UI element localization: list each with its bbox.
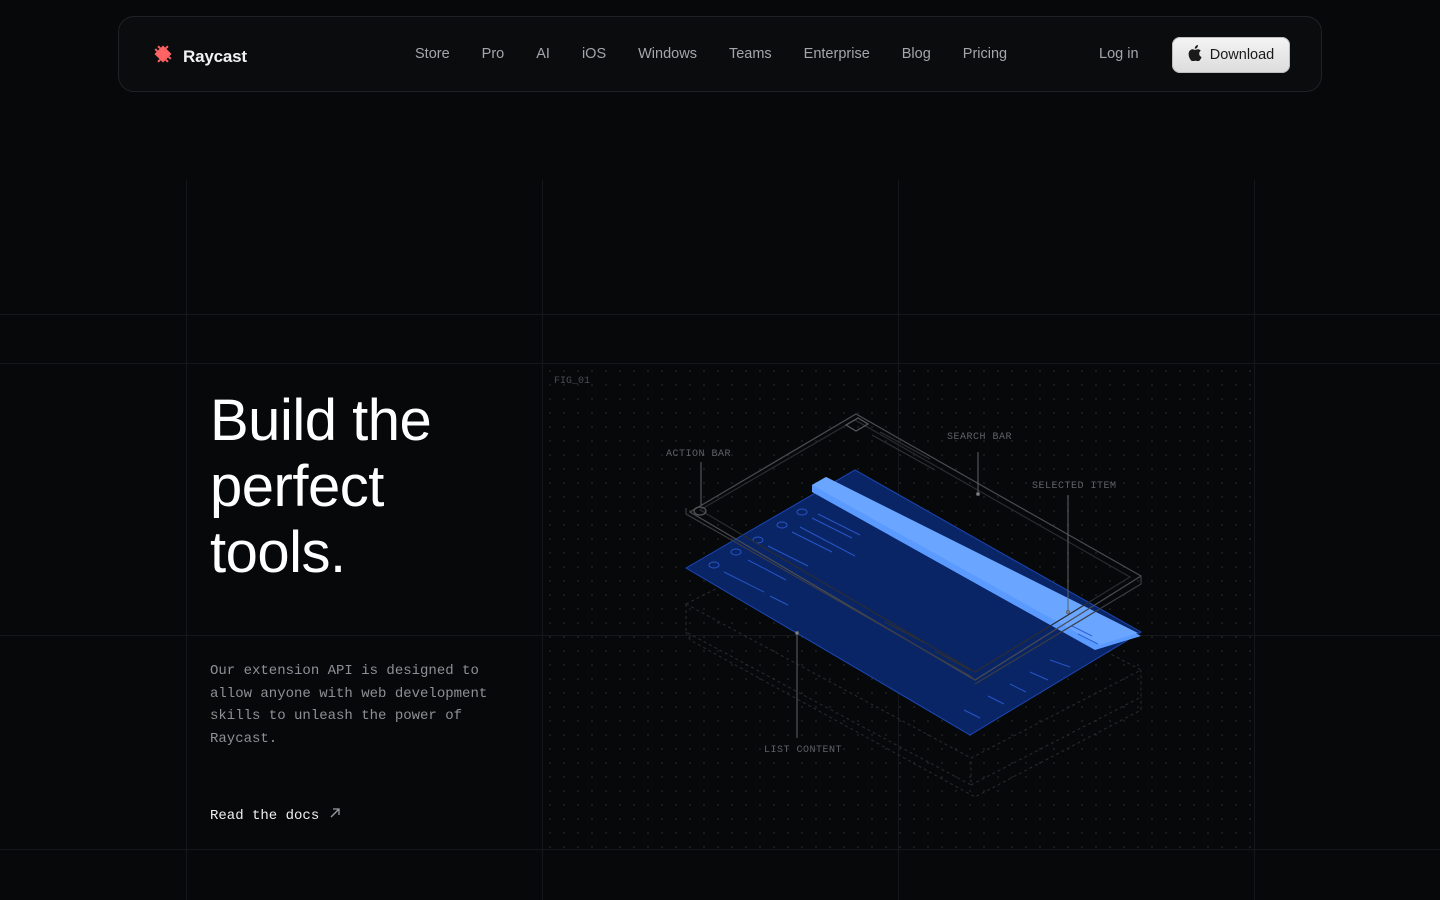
nav-link-pricing[interactable]: Pricing — [963, 46, 1007, 62]
figure-tag: FIG_01 — [554, 376, 591, 387]
grid-line — [186, 180, 187, 900]
raycast-logo-icon — [151, 42, 175, 71]
read-docs-link[interactable]: Read the docs — [210, 807, 341, 824]
arrow-up-right-icon — [329, 807, 341, 824]
grid-line — [1254, 180, 1255, 900]
apple-icon — [1188, 45, 1202, 65]
grid-line — [0, 314, 1440, 315]
top-navbar: Raycast Store Pro AI iOS Windows Teams E… — [118, 16, 1322, 92]
login-link[interactable]: Log in — [1099, 46, 1139, 62]
nav-link-ios[interactable]: iOS — [582, 46, 606, 62]
read-docs-label: Read the docs — [210, 807, 320, 824]
hero-description: Our extension API is designed to allow a… — [210, 663, 488, 748]
nav-links: Store Pro AI iOS Windows Teams Enterpris… — [415, 46, 1039, 62]
brand-name: Raycast — [183, 46, 247, 66]
nav-link-windows[interactable]: Windows — [638, 46, 697, 62]
extension-ui-illustration — [543, 364, 1254, 849]
nav-link-pro[interactable]: Pro — [482, 46, 505, 62]
nav-link-enterprise[interactable]: Enterprise — [804, 46, 870, 62]
nav-link-blog[interactable]: Blog — [902, 46, 931, 62]
hero-headline: Build the perfect tools. — [210, 388, 432, 585]
download-button[interactable]: Download — [1172, 37, 1290, 73]
download-label: Download — [1209, 47, 1275, 63]
brand[interactable]: Raycast — [151, 42, 247, 71]
nav-link-store[interactable]: Store — [415, 46, 450, 62]
nav-link-ai[interactable]: AI — [536, 46, 550, 62]
grid-line — [0, 849, 1440, 850]
nav-link-teams[interactable]: Teams — [729, 46, 772, 62]
